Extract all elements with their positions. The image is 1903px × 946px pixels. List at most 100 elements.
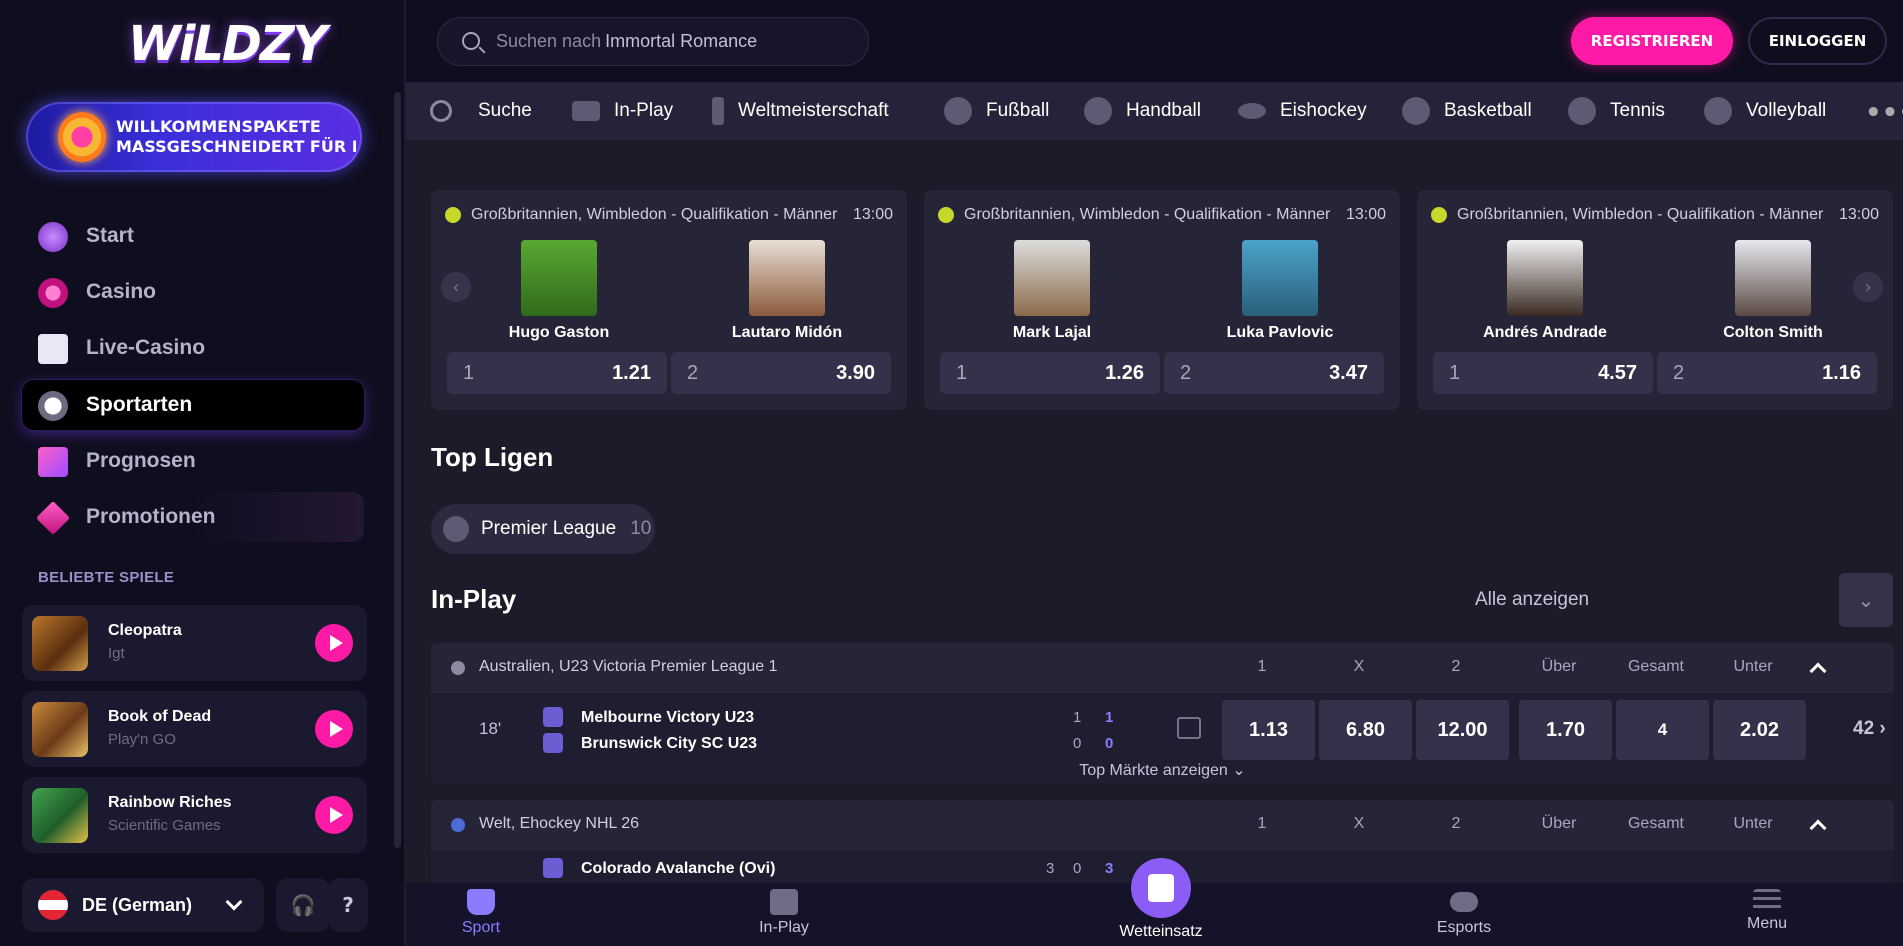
player-home: Hugo Gaston xyxy=(459,240,659,342)
top-bar: Suchen nach Immortal Romance REGISTRIERE… xyxy=(406,0,1903,82)
column-header: Unter xyxy=(1733,658,1773,675)
sidebar-item-start[interactable]: Start xyxy=(22,211,364,261)
play-icon[interactable] xyxy=(315,710,353,748)
sidebar-item-promotionen[interactable]: Promotionen xyxy=(22,492,364,542)
sidebar-item-prognosen[interactable]: Prognosen xyxy=(22,436,364,486)
sport-category-nav: Suche In-Play Weltmeisterschaft Fußball … xyxy=(406,82,1903,140)
chevron-up-icon[interactable] xyxy=(1809,819,1827,837)
player-photo xyxy=(1242,240,1318,316)
tab-in-play[interactable]: In-Play xyxy=(572,82,673,140)
banner-line-2: MASSGESCHNEIDERT FÜR DIC... xyxy=(116,137,356,156)
tennis-ball-icon xyxy=(445,207,461,223)
chevron-up-icon[interactable] xyxy=(1809,662,1827,680)
odds-value: 3.90 xyxy=(836,361,875,384)
odds-button[interactable]: 1.13 xyxy=(1222,700,1315,760)
odds-button-2[interactable]: 2 3.90 xyxy=(671,352,891,394)
team-home: Melbourne Victory U23 xyxy=(581,709,755,726)
odds-button-2[interactable]: 2 1.16 xyxy=(1657,352,1877,394)
league-header[interactable]: Australien, U23 Victoria Premier League … xyxy=(431,643,1894,693)
live-icon xyxy=(572,101,600,121)
wildzy-logo[interactable]: WiLDZY xyxy=(128,16,327,72)
coin-icon xyxy=(58,112,106,162)
support-button[interactable]: 🎧 xyxy=(276,878,330,932)
tab-label: Fußball xyxy=(986,100,1050,121)
help-button[interactable]: ? xyxy=(328,878,368,932)
bottom-nav-in-play[interactable]: In-Play xyxy=(709,883,859,946)
soccer-icon xyxy=(443,516,469,542)
odds-button-2[interactable]: 2 3.47 xyxy=(1164,352,1384,394)
login-button[interactable]: EINLOGGEN xyxy=(1748,17,1887,65)
odds-value: 4.57 xyxy=(1598,361,1637,384)
odds-button-1[interactable]: 1 1.21 xyxy=(447,352,667,394)
register-button[interactable]: REGISTRIEREN xyxy=(1571,17,1733,65)
odds-button-1[interactable]: 1 4.57 xyxy=(1433,352,1653,394)
basketball-icon xyxy=(1402,97,1430,125)
tab-suche[interactable]: Suche xyxy=(430,82,532,140)
tab-label: In-Play xyxy=(614,100,674,121)
welcome-banner[interactable]: WILLKOMMENSPAKETE MASSGESCHNEIDERT FÜR D… xyxy=(26,102,362,172)
tab-fussball[interactable]: Fußball xyxy=(944,82,1049,140)
bottom-nav-esports[interactable]: Esports xyxy=(1389,883,1539,946)
sidebar-item-label: Live-Casino xyxy=(86,336,206,359)
collapse-all-icon[interactable]: ⌄ xyxy=(1839,573,1893,627)
game-thumbnail xyxy=(32,788,88,843)
banner-text: WILLKOMMENSPAKETE MASSGESCHNEIDERT FÜR D… xyxy=(116,117,356,157)
handball-icon xyxy=(1084,97,1112,125)
play-icon[interactable] xyxy=(315,624,353,662)
carousel-next-icon[interactable]: › xyxy=(1853,272,1883,302)
team-home: Colorado Avalanche (Ovi) xyxy=(581,860,776,877)
more-markets-link[interactable]: 42 › xyxy=(1853,718,1886,740)
tab-handball[interactable]: Handball xyxy=(1084,82,1201,140)
odds-button[interactable]: 2.02 xyxy=(1713,700,1806,760)
show-all-link[interactable]: Alle anzeigen xyxy=(1475,589,1589,611)
column-header: X xyxy=(1353,658,1365,675)
sidebar-item-casino[interactable]: Casino xyxy=(22,267,364,317)
tab-tennis[interactable]: Tennis xyxy=(1568,82,1665,140)
bottom-nav-sport[interactable]: Sport xyxy=(406,883,556,946)
sidebar-item-live-casino[interactable]: Live-Casino xyxy=(22,323,364,373)
search-input[interactable]: Suchen nach Immortal Romance xyxy=(437,17,869,66)
game-thumbnail xyxy=(32,702,88,757)
casino-chip-icon xyxy=(38,278,68,308)
top-markets-toggle[interactable]: Top Märkte anzeigen ⌄ xyxy=(431,760,1894,780)
featured-match-card[interactable]: Großbritannien, Wimbledon - Qualifikatio… xyxy=(1417,190,1893,410)
odds-button[interactable]: 6.80 xyxy=(1319,700,1412,760)
featured-match-card[interactable]: Großbritannien, Wimbledon - Qualifikatio… xyxy=(924,190,1400,410)
soccer-icon xyxy=(451,661,465,675)
league-header[interactable]: Welt, Ehockey NHL 26 1 X 2 Über Gesamt U… xyxy=(431,800,1894,850)
player-photo xyxy=(521,240,597,316)
odds-button[interactable]: 1.70 xyxy=(1519,700,1612,760)
bottom-nav-label: Menu xyxy=(1746,915,1788,932)
bottom-nav-menu[interactable]: Menu xyxy=(1692,883,1842,946)
tab-weltmeisterschaft[interactable]: Weltmeisterschaft xyxy=(712,82,889,140)
league-chip-premier-league[interactable]: Premier League 10 xyxy=(431,504,655,554)
game-card-book-of-dead[interactable]: Book of Dead Play'n GO xyxy=(22,691,367,767)
column-header: 1 xyxy=(1257,815,1267,832)
column-header: Gesamt xyxy=(1627,658,1684,675)
column-header: Gesamt xyxy=(1627,815,1684,832)
odds-label: 1 xyxy=(463,361,475,384)
odds-button[interactable]: 12.00 xyxy=(1416,700,1509,760)
more-sports-icon[interactable]: ••• xyxy=(1865,98,1903,128)
game-card-rainbow-riches[interactable]: Rainbow Riches Scientific Games xyxy=(22,777,367,853)
player-name: Lautaro Midón xyxy=(731,324,843,341)
statistics-icon[interactable] xyxy=(1177,717,1201,739)
language-selector[interactable]: DE (German) xyxy=(22,878,264,932)
column-header: 2 xyxy=(1451,658,1461,675)
tab-volleyball[interactable]: Volleyball xyxy=(1704,82,1826,140)
tab-basketball[interactable]: Basketball xyxy=(1402,82,1532,140)
bottom-nav-wetteinsatz[interactable]: Wetteinsatz xyxy=(1086,883,1236,946)
sidebar-item-sportarten[interactable]: Sportarten xyxy=(22,380,364,430)
odds-button-1[interactable]: 1 1.26 xyxy=(940,352,1160,394)
game-card-cleopatra[interactable]: Cleopatra Igt xyxy=(22,605,367,681)
odds-label: 1 xyxy=(956,361,968,384)
sidebar-scrollbar[interactable] xyxy=(394,92,401,848)
section-title-popular-games: BELIEBTE SPIELE xyxy=(38,569,175,586)
featured-match-card[interactable]: Großbritannien, Wimbledon - Qualifikatio… xyxy=(431,190,907,410)
player-name: Andrés Andrade xyxy=(1483,324,1607,341)
play-icon[interactable] xyxy=(315,796,353,834)
puck-icon xyxy=(1238,103,1266,119)
tab-eishockey[interactable]: Eishockey xyxy=(1238,82,1367,140)
bottom-nav-label: Sport xyxy=(461,919,501,936)
puck-icon xyxy=(451,818,465,832)
